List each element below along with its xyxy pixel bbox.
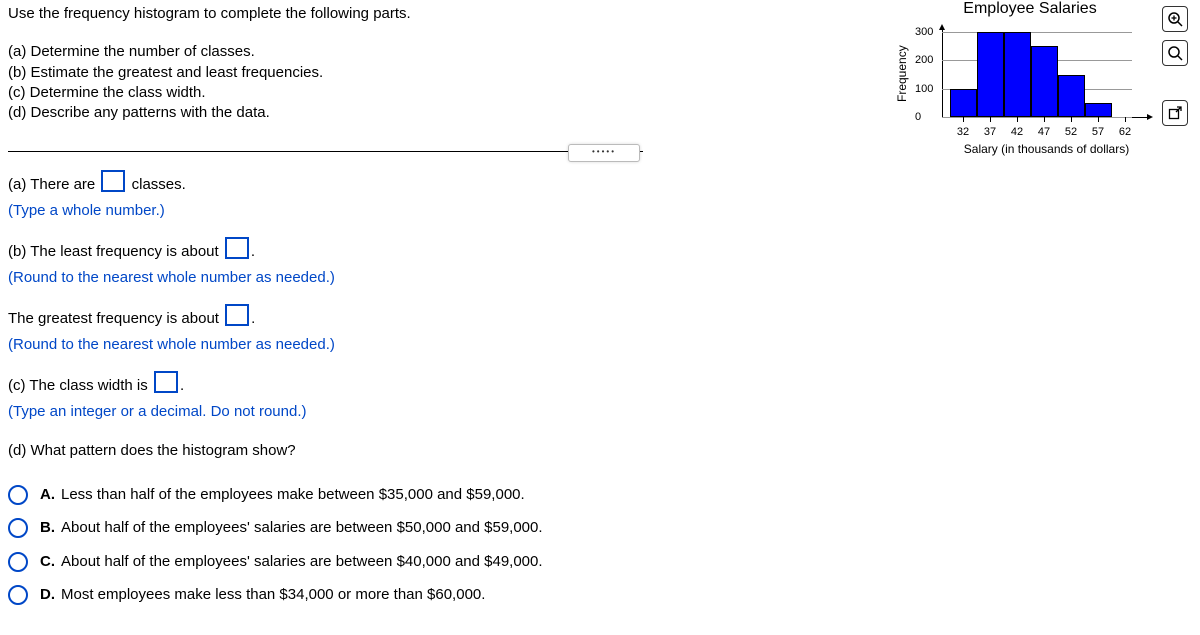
zoom-in-icon[interactable]	[1162, 6, 1188, 32]
answer-d-group: (d) What pattern does the histogram show…	[8, 438, 1192, 608]
histogram-chart: Employee Salaries Frequency 0 100 200 30…	[900, 0, 1160, 160]
answer-c-input[interactable]	[154, 371, 178, 393]
chart-title: Employee Salaries	[900, 0, 1160, 18]
answer-a-group: (a) There are classes. (Type a whole num…	[8, 170, 1192, 223]
answer-b-greatest-input[interactable]	[225, 304, 249, 326]
collapse-dots-icon[interactable]: •••••	[568, 144, 640, 162]
answer-d-prompt: (d) What pattern does the histogram show…	[8, 438, 1192, 464]
radio-c[interactable]	[8, 552, 28, 572]
mc-option-a[interactable]: A.Less than half of the employees make b…	[8, 482, 1192, 508]
answer-area: (a) There are classes. (Type a whole num…	[8, 170, 1192, 608]
radio-d[interactable]	[8, 585, 28, 605]
radio-a[interactable]	[8, 485, 28, 505]
mc-option-b[interactable]: B.About half of the employees' salaries …	[8, 515, 1192, 541]
x-tick-57: 57	[1088, 126, 1108, 138]
bar-5	[1058, 75, 1085, 118]
bar-1	[950, 89, 977, 117]
y-tick-200: 200	[915, 54, 933, 66]
y-axis-label: Frequency	[895, 45, 909, 102]
x-tick-62: 62	[1115, 126, 1135, 138]
answer-a-help: (Type a whole number.)	[8, 202, 165, 219]
answer-b-greatest-group: The greatest frequency is about . (Round…	[8, 304, 1192, 357]
bar-6	[1085, 103, 1112, 117]
answer-c-group: (c) The class width is . (Type an intege…	[8, 371, 1192, 424]
bar-4	[1031, 46, 1058, 117]
radio-b[interactable]	[8, 518, 28, 538]
x-tick-32: 32	[953, 126, 973, 138]
bars-group	[950, 32, 1125, 117]
section-divider: •••••	[8, 151, 643, 152]
answer-b-least-help: (Round to the nearest whole number as ne…	[8, 269, 335, 286]
y-tick-300: 300	[915, 26, 933, 38]
open-external-icon[interactable]	[1162, 100, 1188, 126]
x-tick-52: 52	[1061, 126, 1081, 138]
mc-option-c[interactable]: C.About half of the employees' salaries …	[8, 549, 1192, 575]
bar-3	[1004, 32, 1031, 117]
y-tick-100: 100	[915, 83, 933, 95]
x-tick-37: 37	[980, 126, 1000, 138]
answer-b-least-group: (b) The least frequency is about . (Roun…	[8, 237, 1192, 290]
mc-option-d[interactable]: D.Most employees make less than $34,000 …	[8, 582, 1192, 608]
answer-b-greatest-help: (Round to the nearest whole number as ne…	[8, 336, 335, 353]
answer-c-help: (Type an integer or a decimal. Do not ro…	[8, 403, 307, 420]
x-tick-47: 47	[1034, 126, 1054, 138]
answer-a-input[interactable]	[101, 170, 125, 192]
x-axis-label: Salary (in thousands of dollars)	[944, 142, 1149, 156]
x-tick-42: 42	[1007, 126, 1027, 138]
bar-2	[977, 32, 1004, 117]
y-tick-0: 0	[915, 111, 921, 123]
answer-b-least-input[interactable]	[225, 237, 249, 259]
zoom-icon[interactable]	[1162, 40, 1188, 66]
